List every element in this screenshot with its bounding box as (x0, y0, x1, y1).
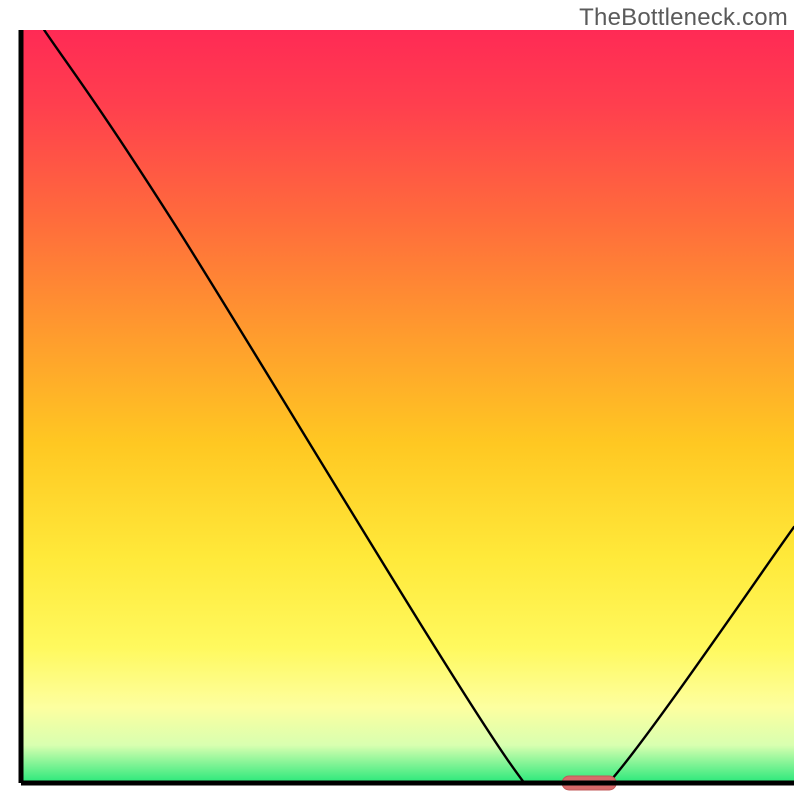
plot-background (21, 30, 794, 783)
bottleneck-chart (0, 0, 800, 800)
watermark-text: TheBottleneck.com (579, 4, 788, 32)
chart-container: { "watermark": "TheBottleneck.com", "col… (0, 0, 800, 800)
